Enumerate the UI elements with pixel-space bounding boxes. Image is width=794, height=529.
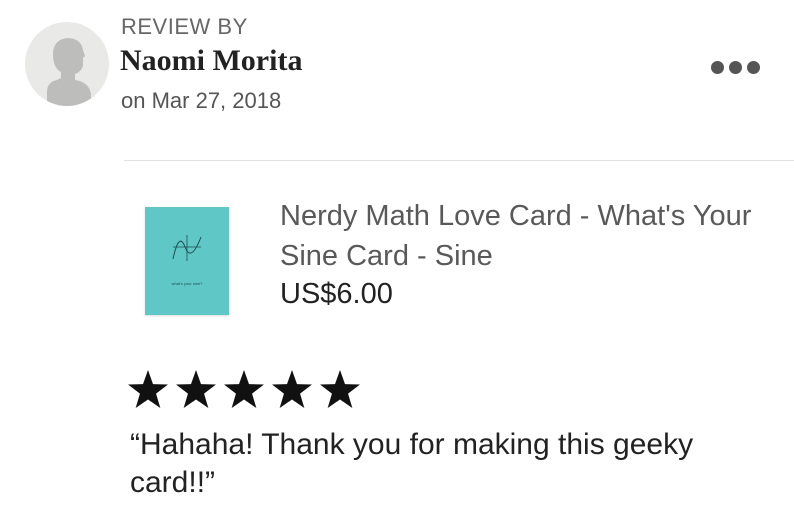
reviewer-name[interactable]: Naomi Morita bbox=[120, 44, 302, 78]
star-filled-icon bbox=[174, 368, 218, 412]
star-filled-icon bbox=[126, 368, 170, 412]
star-rating bbox=[126, 368, 362, 412]
avatar[interactable] bbox=[25, 22, 109, 106]
more-options-icon bbox=[710, 60, 724, 74]
review-by-label: REVIEW BY bbox=[121, 14, 248, 39]
listing-price: US$6.00 bbox=[280, 278, 393, 310]
listing-title[interactable]: Nerdy Math Love Card - What's Your Sine … bbox=[280, 196, 760, 276]
more-options-icon bbox=[746, 60, 760, 74]
default-user-silhouette-icon bbox=[47, 38, 91, 106]
thumbnail-caption: what's your sine? bbox=[171, 281, 203, 286]
more-options-button[interactable] bbox=[702, 52, 768, 82]
sine-wave-illustration bbox=[172, 235, 202, 261]
divider bbox=[124, 160, 794, 161]
more-options-icon bbox=[728, 60, 742, 74]
star-filled-icon bbox=[318, 368, 362, 412]
review-text: “Hahaha! Thank you for making this geeky… bbox=[130, 428, 694, 499]
star-filled-icon bbox=[270, 368, 314, 412]
listing-title-link[interactable]: Nerdy Math Love Card - What's Your Sine … bbox=[280, 200, 751, 272]
star-filled-icon bbox=[222, 368, 266, 412]
listing-thumbnail[interactable]: what's your sine? bbox=[145, 207, 229, 315]
review-date: on Mar 27, 2018 bbox=[121, 88, 282, 113]
